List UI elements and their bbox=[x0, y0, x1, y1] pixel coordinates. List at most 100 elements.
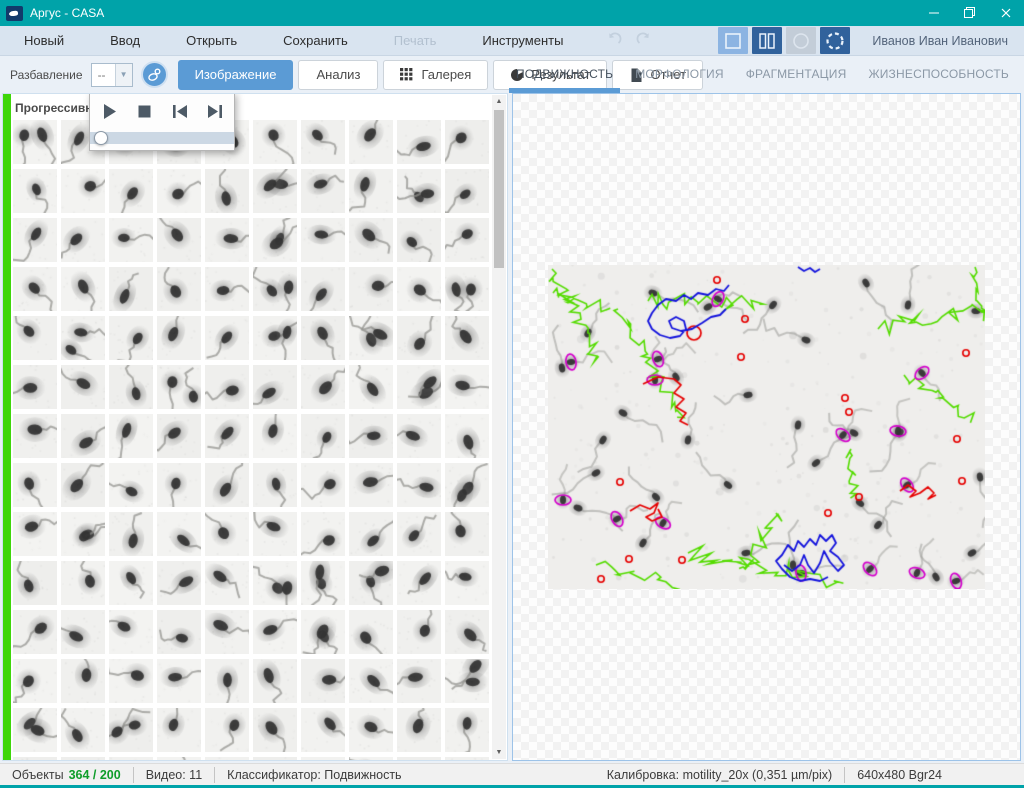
gallery-thumbnail[interactable] bbox=[157, 218, 201, 262]
gallery-thumbnail[interactable] bbox=[301, 708, 345, 752]
scrollbar-thumb[interactable] bbox=[494, 110, 504, 268]
gallery-thumbnail[interactable] bbox=[301, 365, 345, 409]
gallery-thumbnail[interactable] bbox=[301, 267, 345, 311]
gallery-thumbnail[interactable] bbox=[253, 561, 297, 605]
gallery-thumbnail[interactable] bbox=[445, 316, 489, 360]
gallery-thumbnail[interactable] bbox=[301, 316, 345, 360]
gallery-thumbnail[interactable] bbox=[253, 365, 297, 409]
gallery-thumbnail[interactable] bbox=[157, 512, 201, 556]
gallery-thumbnail[interactable] bbox=[253, 610, 297, 654]
gallery-thumbnail[interactable] bbox=[109, 659, 153, 703]
gallery-thumbnail[interactable] bbox=[253, 169, 297, 213]
tab-морфология[interactable]: МОРФОЛОГИЯ bbox=[624, 67, 735, 93]
gallery-thumbnail[interactable] bbox=[397, 512, 441, 556]
gallery-thumbnail[interactable] bbox=[61, 218, 105, 262]
tab-жизнеспособность[interactable]: ЖИЗНЕСПОСОБНОСТЬ bbox=[857, 67, 1020, 93]
анализ-button[interactable]: Анализ bbox=[298, 60, 378, 90]
gallery-thumbnail[interactable] bbox=[205, 463, 249, 507]
gallery-thumbnail[interactable] bbox=[445, 169, 489, 213]
gallery-thumbnail[interactable] bbox=[349, 463, 393, 507]
gallery-thumbnail[interactable] bbox=[445, 512, 489, 556]
gallery-thumbnail[interactable] bbox=[397, 708, 441, 752]
gallery-thumbnail[interactable] bbox=[157, 757, 201, 761]
chevron-down-icon[interactable]: ▼ bbox=[115, 64, 132, 86]
gallery-thumbnail[interactable] bbox=[301, 512, 345, 556]
gallery-thumbnail[interactable] bbox=[13, 267, 57, 311]
gallery-thumbnail[interactable] bbox=[253, 414, 297, 458]
next-button[interactable] bbox=[205, 102, 225, 122]
gallery-thumbnail[interactable] bbox=[157, 365, 201, 409]
restore-button[interactable] bbox=[952, 0, 988, 26]
menu-item-ввод[interactable]: Ввод bbox=[100, 33, 150, 48]
gallery-thumbnail[interactable] bbox=[445, 757, 489, 761]
gallery-thumbnail[interactable] bbox=[157, 561, 201, 605]
gallery-thumbnail[interactable] bbox=[445, 659, 489, 703]
gallery-thumbnail[interactable] bbox=[349, 659, 393, 703]
gallery-thumbnail[interactable] bbox=[109, 757, 153, 761]
minimize-button[interactable] bbox=[916, 0, 952, 26]
gallery-thumbnail[interactable] bbox=[349, 316, 393, 360]
gallery-thumbnail[interactable] bbox=[13, 561, 57, 605]
gallery-thumbnail[interactable] bbox=[61, 708, 105, 752]
gallery-thumbnail[interactable] bbox=[253, 120, 297, 164]
gallery-thumbnail[interactable] bbox=[157, 708, 201, 752]
gallery-thumbnail[interactable] bbox=[301, 414, 345, 458]
gallery-thumbnail[interactable] bbox=[109, 610, 153, 654]
gallery-thumbnail[interactable] bbox=[253, 316, 297, 360]
gallery-thumbnail[interactable] bbox=[61, 561, 105, 605]
gallery-thumbnail[interactable] bbox=[301, 659, 345, 703]
view-dashed-circle-button[interactable] bbox=[820, 27, 850, 54]
gallery-thumbnail[interactable] bbox=[61, 169, 105, 213]
gallery-thumbnail[interactable] bbox=[397, 218, 441, 262]
gallery-thumbnail[interactable] bbox=[253, 267, 297, 311]
gallery-thumbnail[interactable] bbox=[109, 267, 153, 311]
gallery-thumbnail[interactable] bbox=[349, 561, 393, 605]
gallery-thumbnail[interactable] bbox=[13, 757, 57, 761]
gallery-thumbnail[interactable] bbox=[397, 757, 441, 761]
gallery-thumbnail[interactable] bbox=[349, 218, 393, 262]
gallery-thumbnail[interactable] bbox=[13, 659, 57, 703]
gallery-thumbnail[interactable] bbox=[301, 120, 345, 164]
slider-handle[interactable] bbox=[94, 131, 108, 145]
gallery-thumbnail[interactable] bbox=[205, 169, 249, 213]
gallery-thumbnail[interactable] bbox=[61, 267, 105, 311]
gallery-thumbnail[interactable] bbox=[13, 316, 57, 360]
analysis-image[interactable] bbox=[548, 265, 985, 589]
view-circle-button[interactable] bbox=[786, 27, 816, 54]
menu-item-открыть[interactable]: Открыть bbox=[176, 33, 247, 48]
scroll-up-icon[interactable]: ▲ bbox=[492, 95, 506, 108]
tab-подвижность[interactable]: ПОДВИЖНОСТЬ bbox=[505, 67, 624, 93]
playback-slider[interactable] bbox=[90, 132, 234, 144]
gallery-thumbnail[interactable] bbox=[109, 512, 153, 556]
gallery-thumbnail[interactable] bbox=[205, 708, 249, 752]
gallery-thumbnail[interactable] bbox=[205, 414, 249, 458]
gallery-thumbnail[interactable] bbox=[13, 365, 57, 409]
gallery-thumbnail[interactable] bbox=[61, 365, 105, 409]
gallery-thumbnail[interactable] bbox=[301, 169, 345, 213]
gallery-thumbnail[interactable] bbox=[349, 365, 393, 409]
stop-button[interactable] bbox=[135, 102, 155, 122]
dilution-combo[interactable]: -- ▼ bbox=[91, 63, 133, 87]
close-button[interactable] bbox=[988, 0, 1024, 26]
gallery-thumbnail[interactable] bbox=[61, 463, 105, 507]
gallery-thumbnail[interactable] bbox=[205, 610, 249, 654]
gallery-thumbnail[interactable] bbox=[205, 659, 249, 703]
prev-button[interactable] bbox=[170, 102, 190, 122]
gallery-thumbnail[interactable] bbox=[13, 414, 57, 458]
gallery-scrollbar[interactable]: ▲ ▼ bbox=[492, 95, 506, 759]
gallery-thumbnail[interactable] bbox=[157, 463, 201, 507]
gallery-thumbnail[interactable] bbox=[109, 463, 153, 507]
gallery-thumbnail[interactable] bbox=[109, 218, 153, 262]
gallery-thumbnail[interactable] bbox=[205, 757, 249, 761]
gallery-thumbnail[interactable] bbox=[205, 512, 249, 556]
gallery-thumbnail[interactable] bbox=[61, 512, 105, 556]
gallery-thumbnail[interactable] bbox=[349, 512, 393, 556]
gallery-thumbnail[interactable] bbox=[445, 463, 489, 507]
gallery-thumbnail[interactable] bbox=[157, 267, 201, 311]
gallery-thumbnail[interactable] bbox=[205, 267, 249, 311]
gallery-thumbnail[interactable] bbox=[13, 120, 57, 164]
gallery-thumbnail[interactable] bbox=[349, 757, 393, 761]
gallery-thumbnail[interactable] bbox=[13, 218, 57, 262]
gallery-thumbnail[interactable] bbox=[301, 610, 345, 654]
gallery-thumbnail[interactable] bbox=[13, 512, 57, 556]
